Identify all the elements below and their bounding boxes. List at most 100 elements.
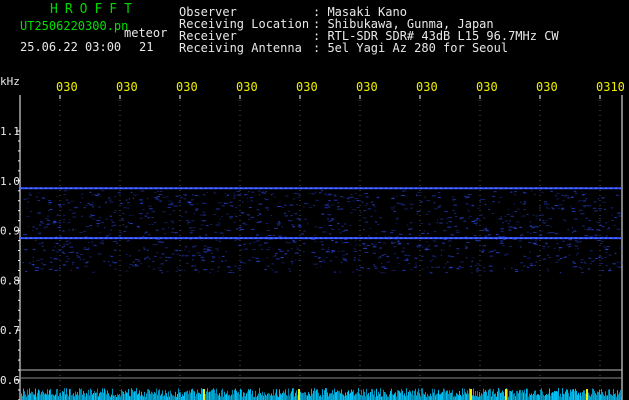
noise-dot <box>584 228 586 230</box>
noise-dot <box>135 259 139 261</box>
amplitude-bar <box>214 389 215 400</box>
noise-dot <box>373 206 376 208</box>
noise-dot <box>445 272 448 274</box>
amplitude-bar <box>29 388 30 400</box>
amplitude-bar <box>584 390 585 400</box>
noise-dot <box>23 198 27 200</box>
noise-dot <box>489 270 494 272</box>
noise-dot <box>458 265 461 267</box>
noise-dot <box>272 255 277 257</box>
noise-dot <box>603 257 607 259</box>
amplitude-bar <box>367 394 368 400</box>
noise-dot <box>591 229 593 231</box>
noise-dot <box>294 252 299 254</box>
noise-dot <box>65 261 69 263</box>
noise-dot <box>109 255 112 257</box>
amplitude-bar <box>332 390 333 400</box>
noise-dot <box>502 245 505 247</box>
noise-dot <box>612 263 617 265</box>
noise-dot <box>574 266 578 268</box>
noise-dot <box>580 261 583 263</box>
noise-dot <box>90 203 93 205</box>
noise-dot <box>49 257 53 259</box>
noise-dot <box>547 254 549 256</box>
noise-dot <box>523 209 526 210</box>
noise-dot <box>479 201 481 203</box>
amplitude-bar <box>255 390 256 400</box>
noise-dot <box>552 208 555 210</box>
noise-dot <box>356 244 359 246</box>
noise-dot <box>464 245 467 247</box>
amplitude-bar <box>469 388 470 400</box>
noise-dot <box>175 195 179 197</box>
noise-dot <box>200 256 205 258</box>
noise-dot <box>172 210 175 212</box>
noise-dot <box>587 227 592 229</box>
noise-dot <box>277 224 280 226</box>
noise-dot <box>188 202 191 204</box>
amplitude-bar <box>344 396 345 400</box>
noise-dot <box>588 257 592 259</box>
noise-dot <box>84 265 88 267</box>
noise-dot <box>540 214 544 216</box>
noise-dot <box>256 240 260 242</box>
amplitude-bar <box>476 395 477 400</box>
noise-dot <box>92 194 96 196</box>
amplitude-bar <box>603 394 604 400</box>
amplitude-bar <box>126 392 127 400</box>
amplitude-bar <box>211 390 212 400</box>
noise-dot <box>220 232 224 234</box>
noise-dot <box>189 232 193 234</box>
noise-dot <box>532 214 535 216</box>
noise-dot <box>597 222 601 224</box>
noise-dot <box>229 269 233 271</box>
noise-dot <box>47 203 51 205</box>
noise-dot <box>226 229 231 231</box>
amplitude-bar <box>575 388 576 400</box>
noise-dot <box>318 227 323 229</box>
amplitude-bar <box>94 390 95 400</box>
noise-dot <box>528 242 532 244</box>
noise-dot <box>573 262 577 264</box>
noise-dot <box>582 191 584 193</box>
noise-dot <box>452 200 455 202</box>
noise-dot <box>421 232 425 234</box>
y-tick-label: 0.7 <box>0 324 20 337</box>
noise-dot <box>476 271 479 273</box>
noise-dot <box>438 205 442 207</box>
noise-dot <box>443 230 447 232</box>
noise-dot <box>132 214 134 216</box>
amplitude-bar <box>592 388 593 400</box>
noise-dot <box>34 269 39 271</box>
noise-dot <box>468 194 472 196</box>
noise-dot <box>398 233 403 235</box>
amplitude-bar <box>74 396 75 400</box>
amplitude-bar <box>168 391 169 400</box>
noise-dot <box>428 271 432 273</box>
y-tick-label: 0.9 <box>0 225 20 238</box>
amplitude-bar <box>165 389 166 400</box>
noise-dot <box>352 209 357 211</box>
noise-dot <box>90 214 92 216</box>
noise-dot <box>456 253 459 254</box>
y-tick-label: 1.0 <box>0 175 20 188</box>
amplitude-bar <box>105 390 106 400</box>
noise-dot <box>294 259 297 261</box>
noise-dot <box>258 244 263 246</box>
noise-dot <box>284 204 287 206</box>
noise-dot <box>487 234 491 235</box>
noise-dot <box>337 206 340 208</box>
noise-dot <box>345 253 348 255</box>
noise-dot <box>516 221 520 223</box>
noise-dot <box>221 255 225 257</box>
amplitude-bar <box>593 389 594 400</box>
noise-dot <box>113 212 116 213</box>
noise-dot <box>229 215 233 217</box>
noise-dot <box>366 245 371 246</box>
noise-dot <box>543 201 547 203</box>
noise-dot <box>167 227 170 229</box>
noise-dot <box>580 268 584 270</box>
noise-dot <box>362 267 364 269</box>
amplitude-bar <box>514 393 515 400</box>
amplitude-bar <box>398 390 399 400</box>
